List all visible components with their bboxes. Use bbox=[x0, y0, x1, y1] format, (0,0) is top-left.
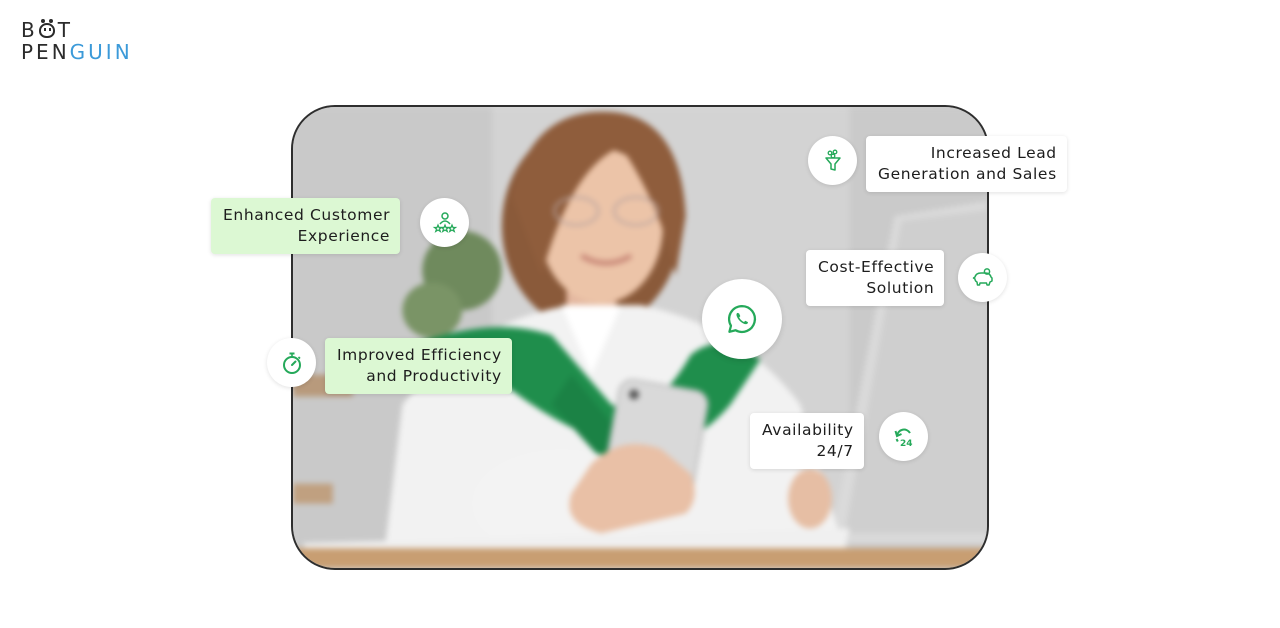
botpenguin-logo[interactable]: B T PEN GUIN bbox=[21, 18, 133, 63]
desk bbox=[293, 548, 987, 568]
customer-rating-icon bbox=[432, 211, 457, 233]
piggy-bank-icon bbox=[972, 267, 993, 286]
feature-icon-button-availability-24-7[interactable]: 24 bbox=[879, 412, 928, 461]
feature-card-availability-24-7: Availability 24/7 bbox=[750, 413, 864, 469]
logo-line-2: PEN GUIN bbox=[21, 41, 133, 63]
feature-icon-button-improved-efficiency[interactable] bbox=[267, 338, 316, 387]
funnel-icon bbox=[824, 149, 841, 171]
clock-24-icon: 24 bbox=[894, 428, 913, 449]
feature-icon-button-cost-effective-solution[interactable] bbox=[958, 253, 1007, 302]
feature-title-line-2: and Productivity bbox=[366, 367, 502, 385]
logo-letter-t: T bbox=[57, 18, 73, 42]
feature-card-enhanced-customer-experience: Enhanced Customer Experience bbox=[211, 198, 401, 254]
feature-title-line-2: 24/7 bbox=[816, 442, 854, 460]
shelf-2 bbox=[293, 483, 333, 504]
feature-title-line-1: Cost-Effective bbox=[818, 258, 935, 276]
stopwatch-icon bbox=[282, 352, 301, 374]
whatsapp-icon bbox=[727, 304, 757, 334]
whatsapp-button[interactable] bbox=[702, 279, 782, 359]
logo-letter-b: B bbox=[21, 18, 38, 42]
feature-title-line-1: Increased Lead bbox=[930, 144, 1057, 162]
feature-title-line-2: Generation and Sales bbox=[878, 165, 1057, 183]
feature-title-line-2: Experience bbox=[297, 227, 391, 245]
svg-text:24: 24 bbox=[900, 439, 913, 449]
feature-title-line-1: Enhanced Customer bbox=[223, 206, 391, 224]
logo-text-dark: PEN bbox=[21, 40, 70, 64]
feature-icon-button-increased-lead-generation[interactable] bbox=[808, 136, 857, 185]
feature-icon-button-enhanced-customer-experience[interactable] bbox=[420, 198, 469, 247]
feature-title-line-2: Solution bbox=[866, 279, 935, 297]
feature-card-cost-effective-solution: Cost-Effective Solution bbox=[806, 250, 945, 306]
bot-face-icon bbox=[38, 18, 55, 38]
logo-line-1: B T bbox=[21, 18, 133, 42]
feature-title-line-1: Availability bbox=[762, 421, 854, 439]
feature-title-line-1: Improved Efficiency bbox=[337, 346, 502, 364]
feature-card-improved-efficiency: Improved Efficiency and Productivity bbox=[325, 338, 512, 394]
feature-card-increased-lead-generation: Increased Lead Generation and Sales bbox=[866, 136, 1067, 192]
logo-text-accent: GUIN bbox=[69, 40, 133, 64]
